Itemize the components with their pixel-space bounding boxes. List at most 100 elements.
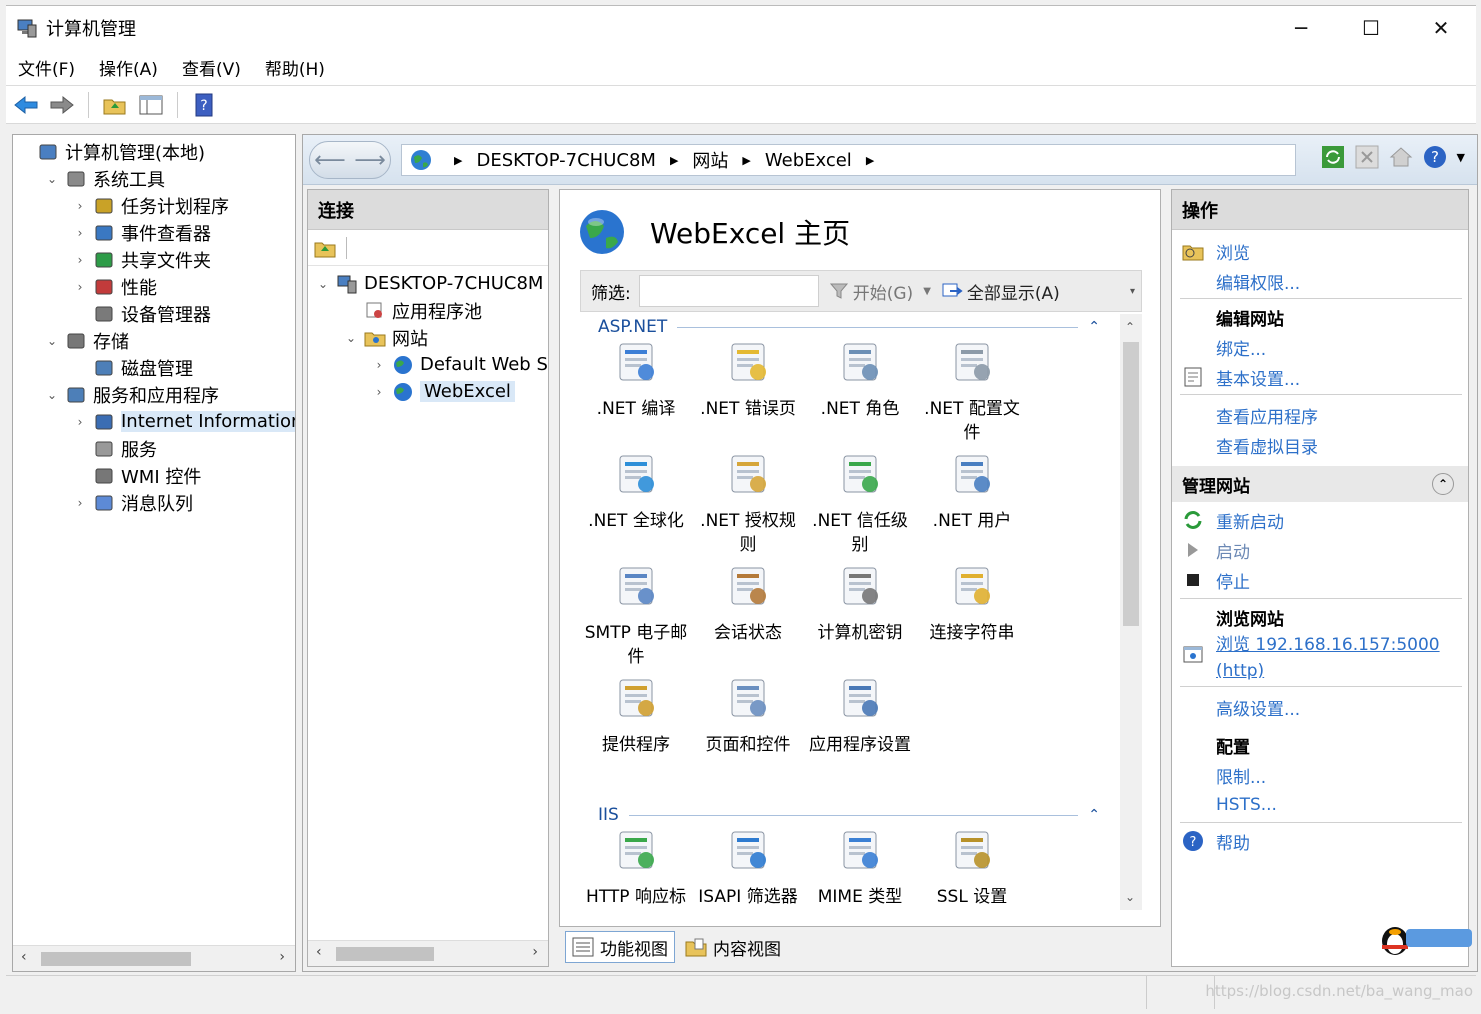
feature-item[interactable]: .NET 用户 [916,450,1028,533]
collapse-icon[interactable]: ⌃ [1432,473,1454,495]
feature-item[interactable]: .NET 角色 [804,338,916,421]
scroll-left-icon[interactable]: ‹ [316,944,322,960]
nav-back-icon[interactable]: ⟵ [314,148,346,173]
breadcrumb-sites[interactable]: 网站 [692,147,728,173]
action-limits[interactable]: 限制... [1172,760,1468,790]
breadcrumb-server[interactable]: DESKTOP-7CHUC8M [476,150,655,171]
action-browse[interactable]: 浏览 [1172,236,1468,266]
chevron-down-icon[interactable]: ⌄ [45,334,59,348]
scroll-right-icon[interactable]: › [279,949,285,965]
feature-item[interactable]: 页面和控件 [692,674,804,757]
chevron-down-icon[interactable]: ▼ [1457,151,1465,164]
scroll-down-icon[interactable]: ⌄ [1125,890,1135,904]
feature-group-header[interactable]: IIS ⌃ [580,802,1100,828]
tree-item[interactable]: › 任务计划程序 [73,192,229,219]
chevron-down-icon[interactable]: ⌄ [45,388,59,402]
action-view-vdirs[interactable]: 查看虚拟目录 [1172,430,1468,460]
scroll-thumb[interactable] [336,947,434,961]
action-browse-url[interactable]: 浏览 192.168.16.157:5000 (http) [1172,632,1468,688]
chevron-right-icon[interactable]: › [372,385,386,399]
tree-item[interactable]: ⌄ 服务和应用程序 [45,381,219,408]
action-edit-permissions[interactable]: 编辑权限... [1172,266,1468,296]
menu-help[interactable]: 帮助(H) [253,55,337,80]
filter-start-button[interactable]: 开始(G) [829,279,913,304]
up-folder-icon[interactable] [101,91,129,119]
help-icon[interactable]: ? [1423,145,1447,169]
action-view-apps[interactable]: 查看应用程序 [1172,400,1468,430]
chevron-right-icon[interactable]: › [73,496,87,510]
back-arrow-icon[interactable] [12,91,40,119]
chevron-right-icon[interactable]: › [73,415,87,429]
feature-item[interactable]: .NET 配置文件 [916,338,1028,445]
feature-item[interactable]: .NET 编译 [580,338,692,421]
menu-file[interactable]: 文件(F) [6,55,87,80]
chevron-down-icon[interactable]: ⌄ [45,172,59,186]
home-icon[interactable] [1389,145,1413,169]
breadcrumb-site[interactable]: WebExcel [765,150,852,171]
horizontal-scrollbar[interactable]: ‹ › [308,940,548,966]
action-basic-settings[interactable]: 基本设置... [1172,362,1468,392]
feature-item[interactable]: 应用程序设置 [804,674,916,757]
chevron-down-icon[interactable]: ▼ [923,286,931,297]
menu-action[interactable]: 操作(A) [87,55,170,80]
feature-item[interactable]: 计算机密钥 [804,562,916,645]
feature-item[interactable]: .NET 全球化 [580,450,692,533]
action-stop[interactable]: 停止 [1172,565,1468,595]
tree-item[interactable]: 服务 [73,435,157,462]
connection-node[interactable]: ⌄ 网站 [344,324,428,351]
feature-item[interactable]: HTTP 响应标 [580,826,692,909]
action-bindings[interactable]: 绑定... [1172,332,1468,362]
feature-item[interactable]: SMTP 电子邮件 [580,562,692,669]
tab-features-view[interactable]: 功能视图 [565,931,675,963]
stop-icon[interactable] [1355,145,1379,169]
scroll-up-icon[interactable]: ⌃ [1125,320,1135,334]
close-button[interactable]: ✕ [1406,6,1476,50]
filter-input[interactable] [638,275,819,307]
forward-arrow-icon[interactable] [48,91,76,119]
tree-item[interactable]: WMI 控件 [73,462,201,489]
nav-buttons[interactable]: ⟵ ⟶ [309,141,391,179]
chevron-down-icon[interactable]: ⌄ [316,277,330,291]
tree-item[interactable]: › 共享文件夹 [73,246,211,273]
show-all-button[interactable]: 全部显示(A) [941,279,1060,304]
feature-item[interactable]: 会话状态 [692,562,804,645]
nav-forward-icon[interactable]: ⟶ [354,148,386,173]
collapse-icon[interactable]: ⌃ [1088,807,1100,823]
tree-item[interactable]: ⌄ 存储 [45,327,129,354]
ime-toolbar[interactable] [1406,929,1472,947]
tree-item[interactable]: › Internet Information Se [73,408,295,435]
action-advanced[interactable]: 高级设置... [1172,692,1468,722]
action-start[interactable]: 启动 [1172,535,1468,565]
feature-item[interactable]: SSL 设置 [916,826,1028,909]
feature-item[interactable]: .NET 错误页 [692,338,804,421]
connection-node[interactable]: › Default Web S [372,351,548,378]
chevron-down-icon[interactable]: ▾ [1130,286,1135,297]
scroll-thumb[interactable] [41,952,191,966]
scroll-thumb[interactable] [1123,342,1139,626]
vertical-scrollbar[interactable]: ⌃ ⌄ [1120,314,1142,910]
action-hsts[interactable]: HSTS... [1172,790,1468,820]
connection-node[interactable]: 应用程序池 [344,297,482,324]
tree-item[interactable]: › 消息队列 [73,489,193,516]
feature-item[interactable]: 连接字符串 [916,562,1028,645]
action-help[interactable]: ? 帮助 [1172,826,1468,856]
refresh-icon[interactable] [1321,145,1345,169]
feature-item[interactable]: .NET 信任级别 [804,450,916,557]
tree-item[interactable]: › 事件查看器 [73,219,211,246]
chevron-right-icon[interactable]: › [372,358,386,372]
chevron-right-icon[interactable]: › [73,253,87,267]
chevron-down-icon[interactable]: ⌄ [344,331,358,345]
feature-item[interactable]: ISAPI 筛选器 [692,826,804,909]
start-page-icon[interactable] [314,237,336,259]
feature-item[interactable]: .NET 授权规则 [692,450,804,557]
minimize-button[interactable]: ─ [1266,6,1336,50]
chevron-right-icon[interactable]: › [73,199,87,213]
tree-item[interactable]: 设备管理器 [73,300,211,327]
menu-view[interactable]: 查看(V) [170,55,253,80]
tree-item[interactable]: › 性能 [73,273,157,300]
show-hide-tree-icon[interactable] [137,91,165,119]
chevron-right-icon[interactable]: › [73,280,87,294]
feature-group-header[interactable]: ASP.NET ⌃ [580,314,1100,340]
tab-content-view[interactable]: 内容视图 [679,931,787,963]
tree-item[interactable]: 磁盘管理 [73,354,193,381]
